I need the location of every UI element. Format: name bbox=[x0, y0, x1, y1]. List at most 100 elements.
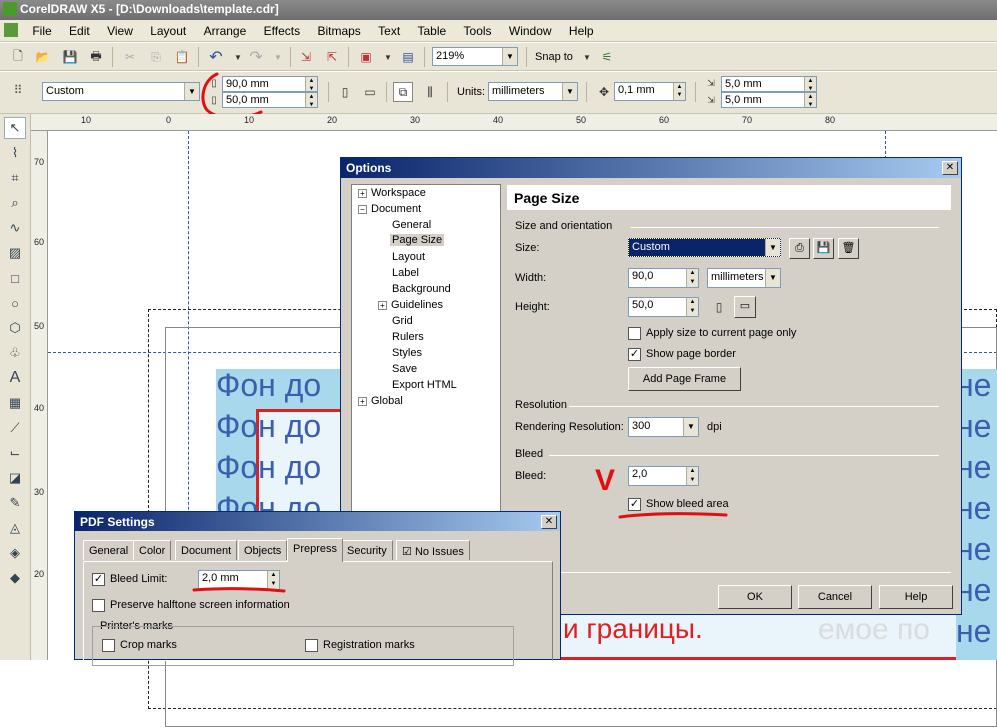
menu-layout[interactable]: Layout bbox=[143, 20, 193, 38]
cancel-button[interactable]: Cancel bbox=[798, 585, 872, 609]
tree-item-guidelines[interactable]: + Guidelines bbox=[378, 299, 443, 311]
tab-no-issues[interactable]: ☑ No Issues bbox=[396, 540, 470, 560]
tree-item-background[interactable]: Background bbox=[392, 283, 451, 295]
redo-icon[interactable]: ↷ bbox=[246, 47, 266, 67]
welcome-screen-icon[interactable]: ▤ bbox=[398, 47, 418, 67]
menu-view[interactable]: View bbox=[100, 20, 140, 38]
width-spinner-icon[interactable]: ▲ ▼ bbox=[305, 77, 317, 91]
interactive-fill-icon[interactable]: ◆ bbox=[4, 567, 26, 589]
open-icon[interactable]: 📂 bbox=[33, 47, 53, 67]
export-icon[interactable]: ⇱ bbox=[322, 47, 342, 67]
menu-bitmaps[interactable]: Bitmaps bbox=[310, 20, 367, 38]
nudge-spinner-icon[interactable]: ▲ ▼ bbox=[673, 83, 685, 100]
cut-icon[interactable]: ✂ bbox=[120, 47, 140, 67]
all-pages-icon[interactable]: ⧉ bbox=[393, 82, 413, 102]
registration-marks-checkbox[interactable] bbox=[305, 639, 318, 652]
portrait-icon[interactable]: ▯ bbox=[335, 82, 355, 102]
eyedropper-tool-icon[interactable]: ✎ bbox=[4, 492, 26, 514]
table-tool-icon[interactable]: ▦ bbox=[4, 392, 26, 414]
menu-file[interactable]: File bbox=[25, 20, 58, 38]
collapse-icon[interactable]: − bbox=[358, 204, 367, 214]
menu-tools[interactable]: Tools bbox=[457, 20, 499, 38]
save-preset-icon[interactable]: ⎙ bbox=[789, 238, 810, 259]
options-icon[interactable]: ⚟ bbox=[597, 47, 617, 67]
tree-item-grid[interactable]: Grid bbox=[392, 315, 413, 327]
connector-tool-icon[interactable]: ⌙ bbox=[4, 442, 26, 464]
menu-arrange[interactable]: Arrange bbox=[197, 20, 254, 38]
size-combo[interactable]: Custom ▼ bbox=[628, 238, 781, 257]
tree-item-export-html[interactable]: Export HTML bbox=[392, 379, 457, 391]
new-icon[interactable]: 🗋 bbox=[8, 47, 28, 67]
tree-item-workspace[interactable]: + Workspace bbox=[358, 187, 426, 199]
tab-document[interactable]: Document bbox=[175, 540, 238, 560]
halftone-checkbox[interactable] bbox=[92, 599, 105, 612]
tree-item-global[interactable]: + Global bbox=[358, 395, 403, 407]
tab-general[interactable]: General bbox=[83, 540, 135, 560]
tree-item-save[interactable]: Save bbox=[392, 363, 417, 375]
save-icon[interactable]: 💾 bbox=[60, 47, 80, 67]
rendering-resolution-combo[interactable]: 300 ▼ bbox=[628, 417, 699, 437]
tab-security[interactable]: Security bbox=[341, 540, 393, 560]
close-icon[interactable]: ✕ bbox=[541, 515, 557, 529]
menu-help[interactable]: Help bbox=[562, 20, 601, 38]
height-spinner-icon[interactable]: ▲ ▼ bbox=[305, 93, 317, 107]
undo-dropdown-icon[interactable]: ▼ bbox=[228, 47, 248, 67]
floppy-icon[interactable]: 💾 bbox=[813, 238, 834, 259]
menu-effects[interactable]: Effects bbox=[257, 20, 307, 38]
zoom-tool-icon[interactable]: ⌕ bbox=[4, 192, 26, 214]
duplicate-x-field[interactable]: 5,0 mm ▲ ▼ bbox=[721, 76, 817, 92]
portrait-icon[interactable]: ▯ bbox=[709, 297, 729, 317]
expand-icon[interactable]: + bbox=[378, 300, 387, 310]
crop-marks-checkbox[interactable] bbox=[102, 639, 115, 652]
tab-objects[interactable]: Objects bbox=[238, 540, 288, 560]
snap-dropdown-icon[interactable]: ▼ bbox=[577, 47, 597, 67]
menu-table[interactable]: Table bbox=[411, 20, 454, 38]
fill-tool-icon[interactable]: ◈ bbox=[4, 542, 26, 564]
dup-y-spinner-icon[interactable]: ▲ ▼ bbox=[804, 93, 816, 107]
pick-tool-icon[interactable]: ↖ bbox=[4, 117, 26, 139]
blend-tool-icon[interactable]: ◪ bbox=[4, 467, 26, 489]
tab-color[interactable]: Color bbox=[133, 540, 172, 560]
page-size-combo[interactable]: Custom ▼ bbox=[42, 82, 200, 101]
basic-shapes-icon[interactable]: ♧ bbox=[4, 342, 26, 364]
height-field[interactable]: 50,0 ▲ ▼ bbox=[628, 297, 699, 317]
undo-icon[interactable]: ↶ bbox=[206, 47, 226, 67]
menu-text[interactable]: Text bbox=[371, 20, 407, 38]
show-page-border-checkbox[interactable]: ✓ bbox=[628, 348, 641, 361]
outline-tool-icon[interactable]: ◬ bbox=[4, 517, 26, 539]
tree-item-styles[interactable]: Styles bbox=[392, 347, 422, 359]
document-icon[interactable] bbox=[4, 23, 18, 37]
units-combo[interactable]: millimeters ▼ bbox=[488, 82, 578, 101]
expand-icon[interactable]: + bbox=[358, 188, 367, 198]
zoom-combo[interactable]: 219% ▼ bbox=[432, 47, 518, 66]
current-page-icon[interactable]: ⫼ bbox=[420, 82, 440, 102]
tab-prepress[interactable]: Prepress bbox=[287, 538, 344, 562]
tree-item-layout[interactable]: Layout bbox=[392, 251, 425, 263]
dimension-tool-icon[interactable]: ⟋ bbox=[4, 417, 26, 439]
menu-edit[interactable]: Edit bbox=[62, 20, 97, 38]
launcher-dropdown-icon[interactable]: ▼ bbox=[378, 47, 398, 67]
copy-icon[interactable]: ⎘ bbox=[146, 47, 166, 67]
expand-icon[interactable]: + bbox=[358, 396, 367, 406]
crop-tool-icon[interactable]: ⌗ bbox=[4, 167, 26, 189]
landscape-icon[interactable]: ▭ bbox=[360, 82, 380, 102]
smart-fill-icon[interactable]: ▨ bbox=[4, 242, 26, 264]
width-field[interactable]: 90,0 ▲ ▼ bbox=[628, 268, 699, 288]
paste-icon[interactable]: 📋 bbox=[172, 47, 192, 67]
apply-size-checkbox[interactable] bbox=[628, 327, 641, 340]
ellipse-tool-icon[interactable]: ○ bbox=[4, 292, 26, 314]
text-tool-icon[interactable]: A bbox=[4, 367, 26, 389]
print-icon[interactable]: 🖶 bbox=[86, 47, 106, 67]
import-icon[interactable]: ⇲ bbox=[296, 47, 316, 67]
tree-item-rulers[interactable]: Rulers bbox=[392, 331, 424, 343]
landscape-icon[interactable]: ▭ bbox=[734, 296, 756, 318]
tree-item-label[interactable]: Label bbox=[392, 267, 419, 279]
application-launcher-icon[interactable]: ▣ bbox=[356, 47, 376, 67]
help-button[interactable]: Help bbox=[879, 585, 953, 609]
tree-item-general[interactable]: General bbox=[392, 219, 431, 231]
trash-icon[interactable]: 🗑 bbox=[838, 238, 859, 259]
duplicate-y-field[interactable]: 5,0 mm ▲ ▼ bbox=[721, 92, 817, 108]
snap-to-label[interactable]: Snap to bbox=[535, 51, 573, 63]
menu-window[interactable]: Window bbox=[502, 20, 559, 38]
nudge-field[interactable]: 0,1 mm ▲ ▼ bbox=[614, 82, 686, 101]
